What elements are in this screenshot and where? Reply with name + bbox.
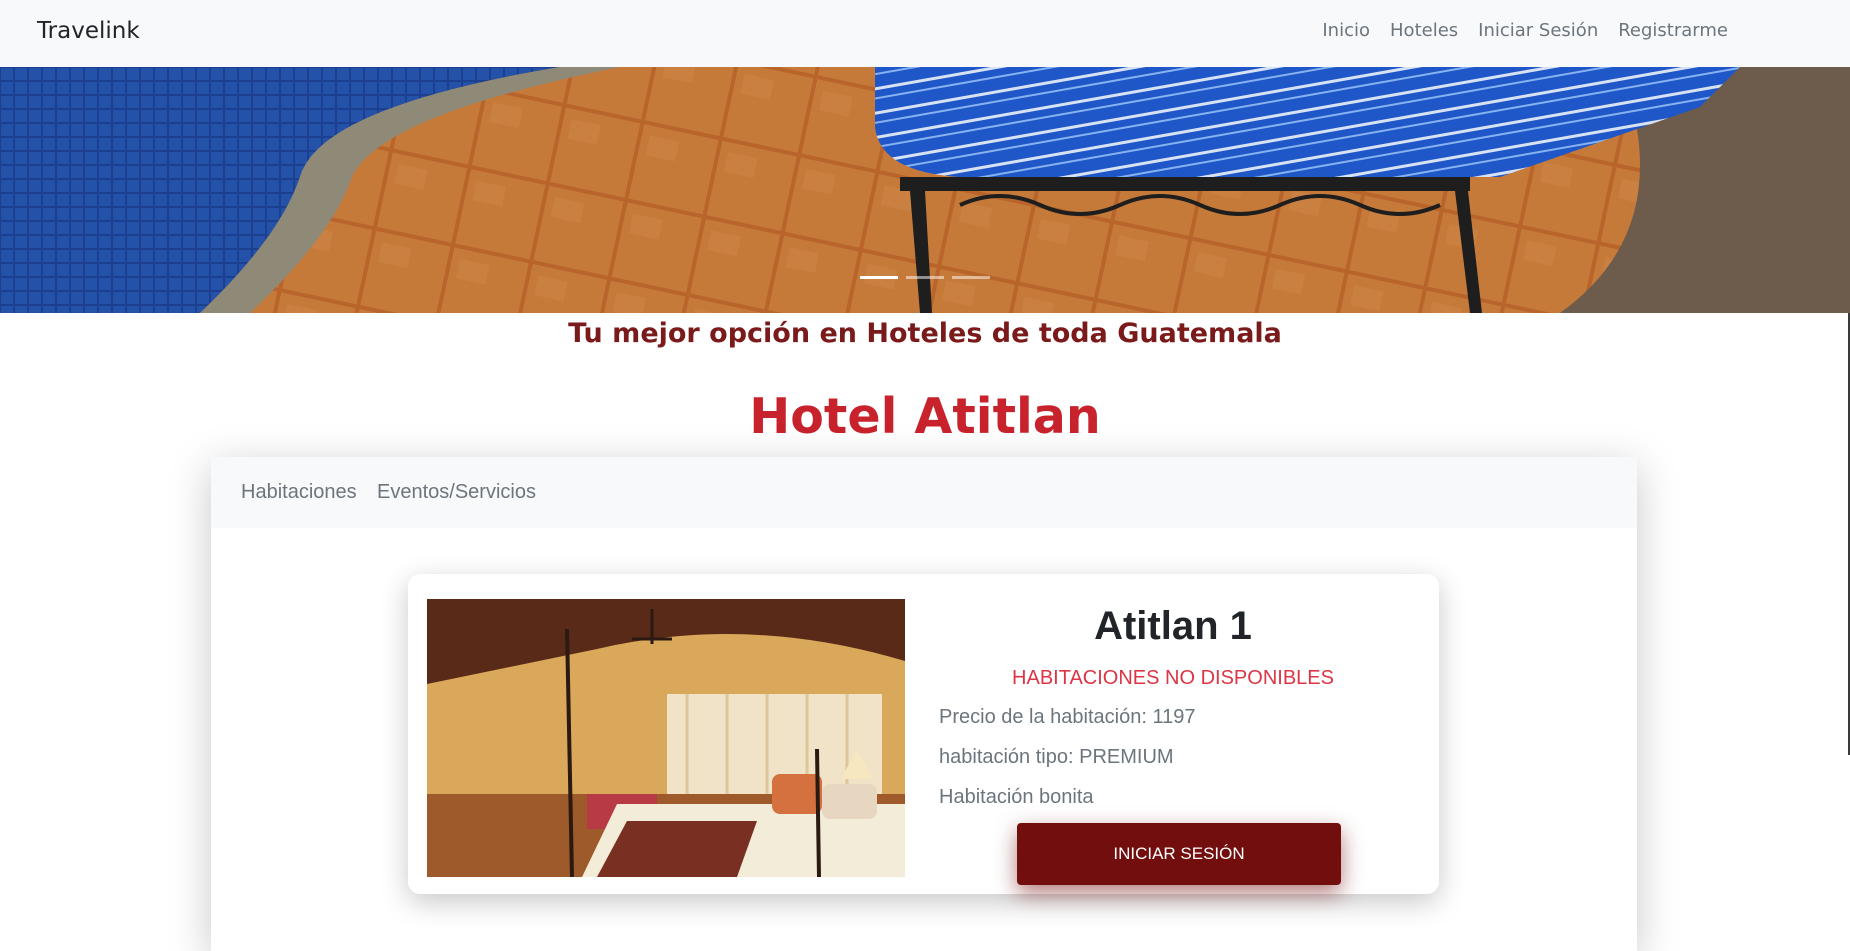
carousel-indicator-2[interactable] xyxy=(906,276,944,279)
nav-links: Inicio Hoteles Iniciar Sesión Registrarm… xyxy=(1322,20,1728,41)
nav-link-iniciar-sesion[interactable]: Iniciar Sesión xyxy=(1478,20,1598,41)
brand-logo[interactable]: Travelink xyxy=(37,18,140,44)
navbar: Travelink Inicio Hoteles Iniciar Sesión … xyxy=(0,0,1850,67)
tagline: Tu mejor opción en Hoteles de toda Guate… xyxy=(568,318,1282,349)
nav-link-registrarme[interactable]: Registrarme xyxy=(1618,20,1728,41)
room-type: habitación tipo: PREMIUM xyxy=(939,746,1174,768)
room-card: Atitlan 1 HABITACIONES NO DISPONIBLES Pr… xyxy=(408,574,1439,894)
nav-link-inicio[interactable]: Inicio xyxy=(1322,20,1370,41)
carousel-indicator-1[interactable] xyxy=(860,276,898,279)
room-name: Atitlan 1 xyxy=(1094,604,1252,648)
hotel-title: Hotel Atitlan xyxy=(749,388,1101,445)
iniciar-sesion-button[interactable]: INICIAR SESIÓN xyxy=(1017,823,1341,885)
room-photo xyxy=(427,599,905,877)
hotel-content-card: Habitaciones Eventos/Servicios Atitlan 1 xyxy=(211,457,1637,951)
carousel-indicators xyxy=(860,276,990,279)
room-description: Habitación bonita xyxy=(939,786,1094,808)
tab-eventos-servicios[interactable]: Eventos/Servicios xyxy=(377,481,536,504)
room-status: HABITACIONES NO DISPONIBLES xyxy=(1012,667,1334,689)
nav-link-hoteles[interactable]: Hoteles xyxy=(1390,20,1458,41)
tab-habitaciones[interactable]: Habitaciones xyxy=(241,481,357,504)
carousel-indicator-3[interactable] xyxy=(952,276,990,279)
room-price: Precio de la habitación: 1197 xyxy=(939,706,1196,728)
tabs-bar: Habitaciones Eventos/Servicios xyxy=(211,457,1637,528)
hero-carousel[interactable] xyxy=(0,67,1850,313)
